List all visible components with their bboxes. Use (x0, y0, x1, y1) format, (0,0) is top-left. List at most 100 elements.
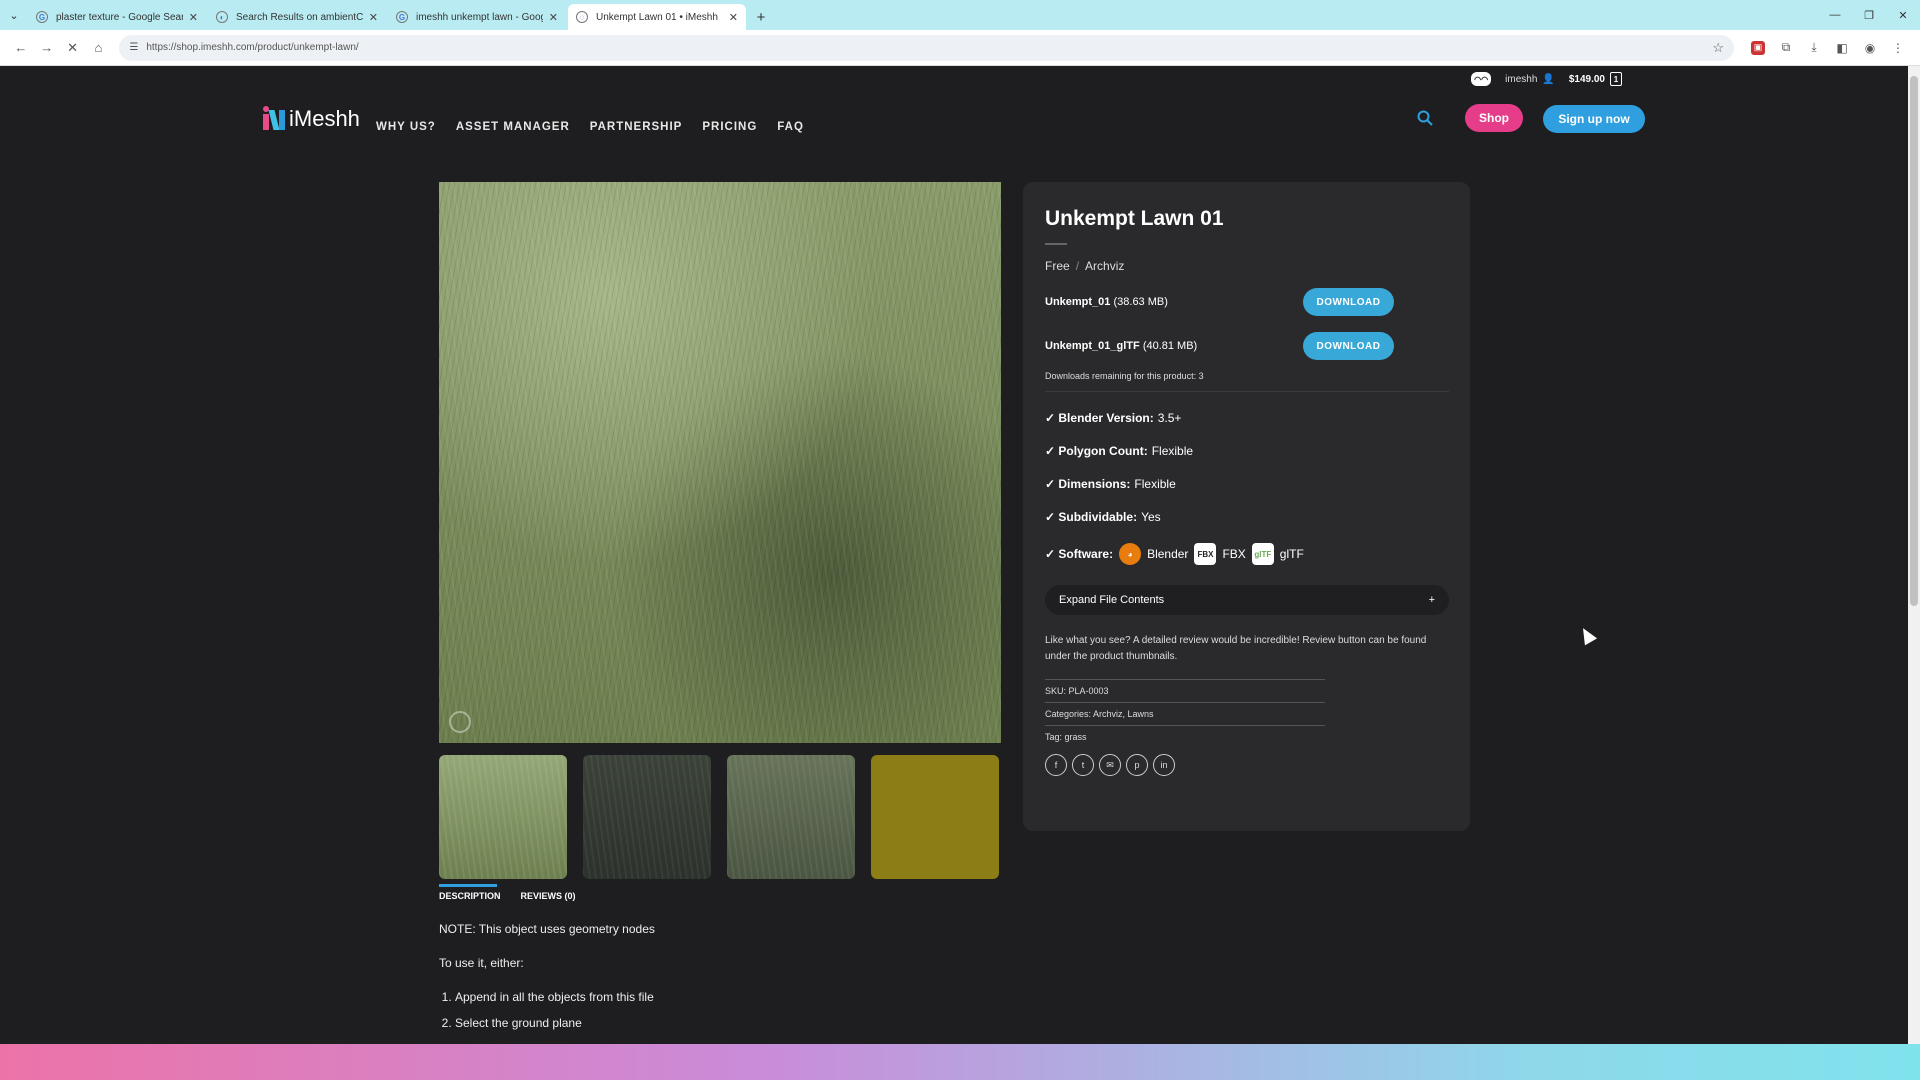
browser-menu-icon[interactable]: ⋮ (1884, 35, 1912, 61)
twitter-icon[interactable]: t (1072, 754, 1094, 776)
tab-title: Search Results on ambientCG (236, 11, 363, 23)
tab-reviews[interactable]: REVIEWS (0) (521, 891, 576, 901)
description-steps: Append in all the objects from this file… (439, 991, 655, 1029)
breadcrumb-free[interactable]: Free (1045, 259, 1070, 273)
tab-close-icon[interactable]: ✕ (189, 11, 198, 24)
bookmark-star-icon[interactable]: ☆ (1712, 40, 1724, 56)
description-note: NOTE: This object uses geometry nodes (439, 922, 655, 936)
profile-avatar-icon[interactable]: ◉ (1856, 35, 1884, 61)
shopping-bag-icon: 1 (1610, 72, 1622, 86)
puzzle-extensions-icon[interactable]: ⧉ (1772, 35, 1800, 61)
software-row: ✓ Software: ◕ Blender FBX FBX glTF glTF (1045, 543, 1448, 565)
stop-loading-icon[interactable]: ✕ (60, 35, 86, 61)
home-icon[interactable]: ⌂ (86, 35, 112, 61)
list-item: Append in all the objects from this file (455, 991, 655, 1003)
software-name: FBX (1222, 547, 1246, 561)
new-tab-button[interactable]: + (748, 4, 774, 30)
share-buttons: f t ✉ p in (1045, 754, 1448, 776)
tab-title: Unkempt Lawn 01 • iMeshh (596, 11, 718, 23)
extension-icon[interactable]: ▣ (1750, 40, 1765, 55)
expand-file-contents[interactable]: Expand File Contents + (1045, 585, 1449, 615)
browser-tab-active[interactable]: ◌ Unkempt Lawn 01 • iMeshh ✕ (568, 4, 746, 30)
thumbnail-image[interactable] (727, 755, 855, 879)
expand-label: Expand File Contents (1059, 594, 1165, 606)
browser-tab[interactable]: G imeshh unkempt lawn - Google ✕ (388, 4, 566, 30)
thumbnail-image[interactable] (439, 755, 567, 879)
product-description: NOTE: This object uses geometry nodes To… (439, 923, 655, 1043)
nav-asset-manager[interactable]: ASSET MANAGER (456, 121, 570, 133)
breadcrumb: Free / Archviz (1045, 259, 1125, 273)
cart-link[interactable]: $149.00 1 (1569, 72, 1622, 86)
shop-button[interactable]: Shop (1465, 104, 1523, 132)
top-utility-bar: ◠◠ imeshh 👤 $149.00 1 (1471, 72, 1622, 86)
tab-close-icon[interactable]: ✕ (549, 11, 558, 24)
sku: SKU: PLA-0003 (1045, 679, 1325, 702)
tab-title: imeshh unkempt lawn - Google (416, 11, 543, 23)
sidepanel-icon[interactable]: ◧ (1828, 35, 1856, 61)
file-size: (38.63 MB) (1113, 296, 1168, 308)
download-button[interactable]: DOWNLOAD (1303, 332, 1394, 360)
restore-icon[interactable]: ❐ (1852, 0, 1886, 30)
fbx-icon: FBX (1194, 543, 1217, 565)
discord-icon[interactable]: ◠◠ (1471, 72, 1492, 86)
address-bar[interactable]: ☰ https://shop.imeshh.com/product/unkemp… (119, 34, 1734, 61)
imeshh-logo-icon (263, 106, 287, 130)
site-logo[interactable]: iMeshh (263, 106, 360, 132)
nav-faq[interactable]: FAQ (777, 121, 804, 133)
linkedin-icon[interactable]: in (1153, 754, 1175, 776)
download-icon[interactable]: ⤓ (1800, 35, 1828, 61)
decorative-gradient-bar (0, 1044, 1920, 1080)
tab-title: plaster texture - Google Search (56, 11, 183, 23)
product-thumbnails (439, 755, 999, 879)
browser-tab-bar: ⌄ G plaster texture - Google Search ✕ ◐ … (0, 0, 1920, 30)
window-controls: — ❐ ✕ (1818, 0, 1920, 30)
search-icon[interactable] (1417, 110, 1433, 126)
sign-up-button[interactable]: Sign up now (1543, 105, 1645, 133)
breadcrumb-archviz[interactable]: Archviz (1085, 259, 1124, 273)
spec-list: ✓ Blender Version: 3.5+ ✓ Polygon Count: F… (1045, 411, 1448, 524)
browser-tab[interactable]: ◐ Search Results on ambientCG ✕ (208, 4, 386, 30)
spec-polygon-count: ✓ Polygon Count: Flexible (1045, 444, 1194, 458)
nav-partnership[interactable]: PARTNERSHIP (590, 121, 683, 133)
download-button[interactable]: DOWNLOAD (1303, 288, 1394, 316)
mouse-cursor (1576, 624, 1598, 646)
cart-count: 1 (1613, 74, 1619, 84)
user-icon: 👤 (1542, 73, 1555, 85)
software-label: ✓ Software: (1045, 547, 1114, 561)
page-scrollbar[interactable] (1908, 66, 1920, 1044)
plus-icon: + (1428, 594, 1435, 606)
download-row: Unkempt_01 (38.63 MB) DOWNLOAD (1045, 287, 1394, 317)
account-link[interactable]: imeshh 👤 (1505, 74, 1555, 85)
scrollbar-thumb[interactable] (1910, 76, 1918, 606)
facebook-icon[interactable]: f (1045, 754, 1067, 776)
spec-subdividable: ✓ Subdividable: Yes (1045, 510, 1161, 524)
tab-search-icon[interactable]: ⌄ (0, 0, 28, 30)
close-window-icon[interactable]: ✕ (1886, 0, 1920, 30)
nav-why-us[interactable]: WHY US? (376, 121, 436, 133)
categories: Categories: Archviz, Lawns (1045, 702, 1325, 725)
back-icon[interactable]: ← (8, 35, 34, 61)
forward-icon[interactable]: → (34, 35, 60, 61)
globe-favicon-icon: ◐ (216, 11, 228, 23)
browser-tab[interactable]: G plaster texture - Google Search ✕ (28, 4, 206, 30)
email-icon[interactable]: ✉ (1099, 754, 1121, 776)
zoom-icon[interactable] (449, 711, 471, 733)
thumbnail-image[interactable] (583, 755, 711, 879)
minimize-icon[interactable]: — (1818, 0, 1852, 30)
product-info-panel: Unkempt Lawn 01 Free / Archviz Unkempt_01 … (1023, 182, 1470, 831)
pinterest-icon[interactable]: p (1126, 754, 1148, 776)
thumbnail-image[interactable] (871, 755, 999, 879)
downloads-remaining: Downloads remaining for this product: 3 (1045, 371, 1449, 392)
file-name: Unkempt_01 (1045, 296, 1111, 308)
software-name: Blender (1147, 547, 1189, 561)
tab-close-icon[interactable]: ✕ (369, 11, 378, 24)
tags: Tag: grass (1045, 725, 1325, 748)
tab-description[interactable]: DESCRIPTION (439, 884, 501, 901)
spec-dimensions: ✓ Dimensions: Flexible (1045, 477, 1176, 491)
username: imeshh (1505, 73, 1538, 85)
nav-pricing[interactable]: PRICING (702, 121, 757, 133)
tab-close-icon[interactable]: ✕ (729, 11, 738, 24)
product-main-image[interactable] (439, 182, 1001, 743)
list-item: Select the ground plane (455, 1017, 655, 1029)
site-info-icon[interactable]: ☰ (129, 42, 138, 53)
